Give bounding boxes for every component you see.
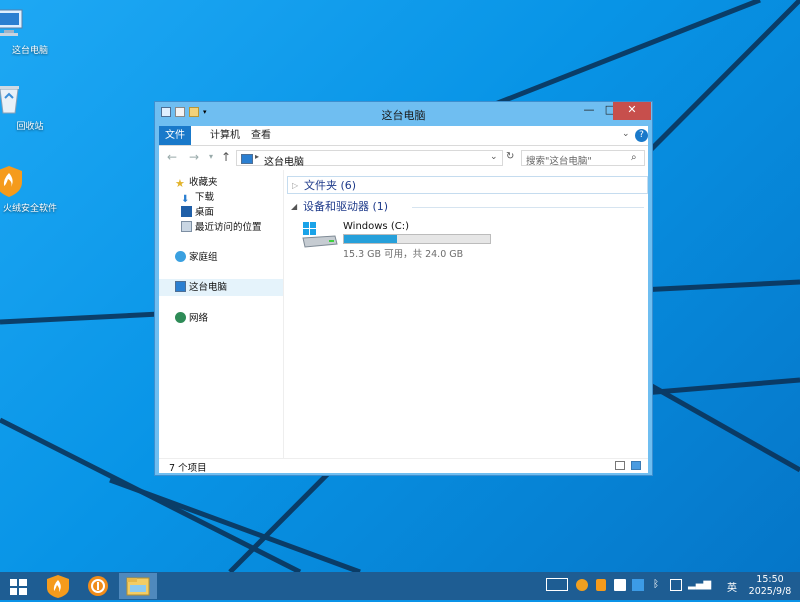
drive-free-space: 15.3 GB 可用，共 24.0 GB: [343, 249, 464, 260]
nav-item-recent[interactable]: 最近访问的位置: [181, 220, 262, 236]
bluetooth-icon[interactable]: ᛒ: [653, 579, 659, 593]
recycle-bin-icon: [0, 82, 47, 116]
nav-item-this-pc[interactable]: 这台电脑: [175, 280, 227, 296]
battery-icon[interactable]: [670, 579, 682, 591]
content-pane: ▷ 文件夹 (6) ◢ 设备和驱动器 (1) Windows (C:) 15.3…: [287, 170, 648, 460]
drive-name: Windows (C:): [343, 221, 409, 232]
nav-label: 收藏夹: [189, 177, 218, 188]
ime-indicator[interactable]: 英: [727, 579, 737, 594]
desktop-icon-label: 回收站: [16, 122, 44, 132]
computer-small-icon: [175, 281, 186, 292]
address-dropdown-icon[interactable]: ⌄: [490, 152, 498, 162]
desktop-icon-label: 这台电脑: [11, 46, 48, 56]
desktop-icon-huorong[interactable]: 火绒安全软件: [0, 164, 68, 214]
up-button[interactable]: ↑: [221, 150, 231, 164]
download-icon: ⬇: [181, 194, 190, 205]
details-view-icon[interactable]: [615, 461, 625, 470]
forward-button[interactable]: →: [189, 150, 199, 164]
taskbar: ᛒ ▂▄▆ 🔈︎ 英 15:50 2025/9/8: [0, 572, 800, 600]
search-icon: ⌕: [631, 152, 637, 163]
clock-time: 15:50: [756, 574, 784, 585]
address-bar[interactable]: ▸ 这台电脑 ⌄: [236, 150, 503, 168]
nav-label: 桌面: [195, 207, 215, 218]
navigation-pane: ★ 收藏夹 ⬇ 下载 桌面 最近访问的位置 家庭组 这台电脑 网络: [159, 170, 284, 460]
file-explorer-icon: [126, 577, 150, 596]
nav-label: 最近访问的位置: [195, 222, 262, 233]
search-input[interactable]: 搜索"这台电脑" ⌕: [521, 150, 645, 167]
start-icon: [10, 579, 27, 595]
nav-item-network[interactable]: 网络: [175, 311, 208, 327]
network-tray-icon[interactable]: [632, 579, 644, 591]
nav-item-favorites[interactable]: ★ 收藏夹: [175, 175, 218, 191]
help-icon[interactable]: ?: [635, 129, 648, 142]
group-title: 文件夹 (6): [304, 179, 357, 192]
recent-dropdown-icon[interactable]: ▾: [209, 152, 213, 161]
huorong-icon: [47, 575, 69, 598]
clock[interactable]: 15:50 2025/9/8: [740, 574, 800, 598]
volume-icon[interactable]: 🔈︎: [708, 579, 714, 593]
nav-label: 这台电脑: [189, 282, 228, 293]
huorong-icon: [0, 164, 47, 198]
drive-usage-fill: [344, 235, 397, 243]
address-row: ← → ▾ ↑ ▸ 这台电脑 ⌄ ↻ 搜索"这台电脑" ⌕: [159, 146, 648, 170]
back-button[interactable]: ←: [167, 150, 177, 164]
explorer-window: ▾ 这台电脑 — □ ✕ 文件 计算机 查看 ⌄ ? ← → ▾ ↑ ▸ 这台电…: [154, 101, 653, 476]
expand-arrow-icon: ▷: [292, 181, 299, 190]
desktop-icon-this-pc[interactable]: 这台电脑: [0, 6, 68, 56]
action-center-icon[interactable]: [614, 579, 626, 591]
star-icon: ★: [175, 177, 185, 190]
nav-label: 下载: [195, 192, 215, 203]
close-button[interactable]: ✕: [613, 102, 651, 120]
item-count: 7 个项目: [169, 463, 207, 474]
tab-computer[interactable]: 计算机: [203, 126, 247, 145]
taskbar-app[interactable]: [79, 573, 117, 599]
app-icon: [88, 576, 108, 596]
status-bar: 7 个项目: [159, 458, 648, 474]
nav-label: 家庭组: [189, 252, 218, 263]
group-divider: [412, 207, 644, 208]
huorong-tray-icon[interactable]: [596, 579, 606, 591]
breadcrumb-arrow-icon: ▸: [255, 152, 260, 161]
ribbon-expand-icon[interactable]: ⌄: [622, 129, 630, 139]
nav-item-desktop[interactable]: 桌面: [181, 205, 214, 221]
breadcrumb: 这台电脑: [264, 157, 304, 168]
group-folders[interactable]: ▷ 文件夹 (6): [287, 176, 648, 194]
desktop-icon: [181, 206, 192, 217]
drive-usage-bar: [343, 234, 491, 244]
large-icons-view-icon[interactable]: [631, 461, 641, 470]
drive-icon: [301, 220, 341, 253]
network-icon: [175, 312, 186, 323]
clock-date: 2025/9/8: [748, 586, 792, 597]
homegroup-icon: [175, 251, 186, 262]
recent-places-icon: [181, 221, 192, 232]
start-button[interactable]: [0, 573, 38, 599]
keyboard-icon[interactable]: [546, 578, 568, 591]
desktop-icon-recycle-bin[interactable]: 回收站: [0, 82, 68, 132]
taskbar-huorong[interactable]: [39, 573, 77, 599]
app-tray-icon[interactable]: [576, 579, 588, 591]
title-bar[interactable]: ▾ 这台电脑 — □ ✕: [155, 102, 652, 124]
window-body: ★ 收藏夹 ⬇ 下载 桌面 最近访问的位置 家庭组 这台电脑 网络 ▷ 文件夹 (6…: [159, 170, 648, 460]
nav-label: 网络: [189, 313, 209, 324]
refresh-icon[interactable]: ↻: [506, 151, 514, 162]
tab-file[interactable]: 文件: [159, 126, 191, 145]
nav-item-downloads[interactable]: ⬇ 下载: [181, 190, 214, 206]
nav-item-homegroup[interactable]: 家庭组: [175, 250, 218, 266]
ribbon-tabs: 文件 计算机 查看 ⌄ ?: [159, 126, 648, 146]
computer-icon: [0, 6, 47, 40]
taskbar-file-explorer[interactable]: [119, 573, 157, 599]
desktop-icon-label: 火绒安全软件: [2, 204, 57, 214]
search-placeholder: 搜索"这台电脑": [526, 156, 592, 167]
computer-small-icon: [241, 154, 253, 164]
tab-view[interactable]: 查看: [244, 126, 278, 145]
